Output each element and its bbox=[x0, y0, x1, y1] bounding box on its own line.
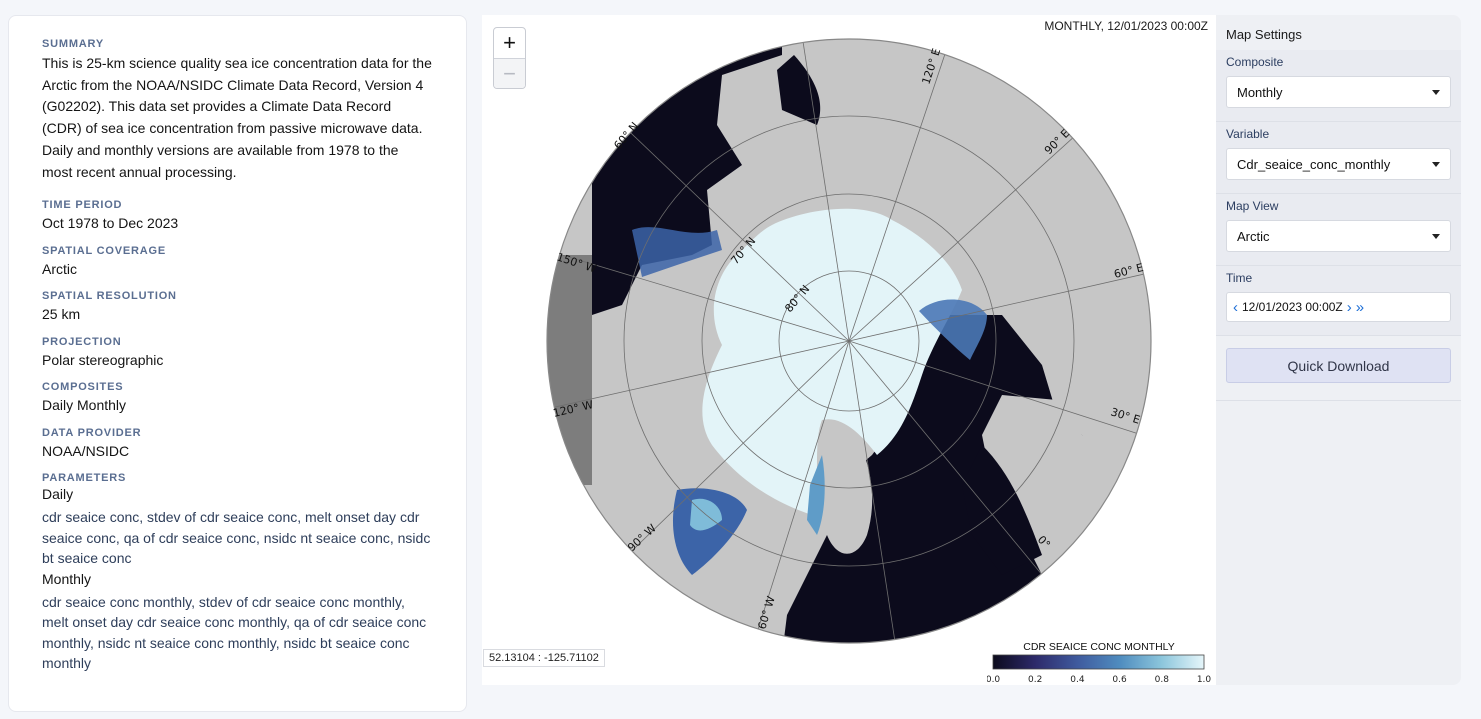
variable-label: Variable bbox=[1226, 127, 1270, 141]
dataset-info-panel: SUMMARY This is 25-km science quality se… bbox=[8, 15, 467, 712]
spatial-resolution-label: SPATIAL RESOLUTION bbox=[42, 290, 177, 303]
map-settings-panel: Map Settings Composite Monthly Variable … bbox=[1216, 15, 1461, 685]
chevron-down-icon bbox=[1432, 89, 1440, 95]
legend-tick-label: 0.8 bbox=[1155, 675, 1170, 685]
chevron-down-icon bbox=[1432, 161, 1440, 167]
time-period-label: TIME PERIOD bbox=[42, 199, 123, 212]
zoom-in-button[interactable]: + bbox=[494, 28, 525, 58]
summary-text: This is 25-km science quality sea ice co… bbox=[42, 55, 432, 180]
composite-value: Monthly bbox=[1237, 84, 1283, 100]
projection-label: PROJECTION bbox=[42, 335, 122, 348]
mapview-field: Map View Arctic bbox=[1216, 194, 1461, 266]
summary-label: SUMMARY bbox=[42, 38, 105, 50]
spatial-coverage-label: SPATIAL COVERAGE bbox=[42, 244, 167, 257]
time-period-value: Oct 1978 to Dec 2023 bbox=[42, 215, 179, 232]
double-chevron-right-icon[interactable]: » bbox=[1356, 300, 1364, 315]
legend-colorbar: 0.0 0.2 0.4 0.6 0.8 1.0 bbox=[986, 654, 1211, 685]
zoom-out-button[interactable]: − bbox=[494, 58, 525, 88]
settings-title: Map Settings bbox=[1226, 27, 1302, 42]
chevron-left-icon[interactable]: ‹ bbox=[1233, 300, 1238, 315]
mapview-label: Map View bbox=[1226, 199, 1279, 213]
download-section: Quick Download bbox=[1216, 336, 1461, 401]
composites-value: Daily Monthly bbox=[42, 397, 127, 414]
legend-tick-label: 0.2 bbox=[1028, 675, 1042, 685]
variable-value: Cdr_seaice_conc_monthly bbox=[1237, 156, 1391, 172]
chevron-right-icon[interactable]: › bbox=[1347, 300, 1352, 315]
spatial-coverage-value: Arctic bbox=[42, 260, 77, 277]
daily-params-heading: Daily bbox=[42, 486, 74, 503]
data-provider-label: DATA PROVIDER bbox=[42, 426, 142, 439]
time-value[interactable]: 12/01/2023 00:00Z bbox=[1242, 300, 1343, 314]
legend-tick-label: 0.6 bbox=[1112, 675, 1127, 685]
quick-download-button[interactable]: Quick Download bbox=[1226, 348, 1451, 383]
time-field: Time ‹ 12/01/2023 00:00Z › » bbox=[1216, 266, 1461, 336]
composite-select[interactable]: Monthly bbox=[1226, 76, 1451, 108]
variable-select[interactable]: Cdr_seaice_conc_monthly bbox=[1226, 148, 1451, 180]
data-provider-value: NOAA/NSIDC bbox=[42, 442, 130, 459]
legend-tick-label: 1.0 bbox=[1197, 675, 1211, 685]
legend-tick-label: 0.0 bbox=[987, 675, 1000, 685]
variable-field: Variable Cdr_seaice_conc_monthly bbox=[1216, 122, 1461, 194]
spatial-resolution-value: 25 km bbox=[42, 306, 81, 323]
composite-field: Composite Monthly bbox=[1216, 50, 1461, 122]
mapview-select[interactable]: Arctic bbox=[1226, 220, 1451, 252]
monthly-params-heading: Monthly bbox=[42, 570, 92, 587]
time-label: Time bbox=[1226, 271, 1253, 285]
composite-label: Composite bbox=[1226, 55, 1284, 69]
projection-value: Polar stereographic bbox=[42, 351, 164, 368]
composites-label: COMPOSITES bbox=[42, 381, 124, 394]
polar-map[interactable]: 120° E 90° E 60° E 30° E 0° 60° W 90° W … bbox=[482, 15, 1216, 685]
monthly-params-list: cdr seaice conc monthly, stdev of cdr se… bbox=[42, 593, 427, 672]
daily-params-list: cdr seaice conc, stdev of cdr seaice con… bbox=[42, 509, 431, 567]
legend-title: CDR SEAICE CONC MONTHLY bbox=[1023, 641, 1175, 653]
cursor-coordinates: 52.13104 : -125.71102 bbox=[483, 649, 605, 667]
chevron-down-icon bbox=[1432, 233, 1440, 239]
legend-tick-label: 0.4 bbox=[1070, 675, 1085, 685]
color-legend: CDR SEAICE CONC MONTHLY 0.0 0.2 0.4 0.6 0.8 1… bbox=[986, 641, 1212, 685]
map-date-stamp: MONTHLY, 12/01/2023 00:00Z bbox=[1044, 19, 1208, 33]
mapview-value: Arctic bbox=[1237, 228, 1270, 244]
time-picker[interactable]: ‹ 12/01/2023 00:00Z › » bbox=[1226, 292, 1451, 322]
zoom-control: + − bbox=[493, 27, 526, 89]
map-panel[interactable]: 120° E 90° E 60° E 30° E 0° 60° W 90° W … bbox=[482, 15, 1216, 685]
parameters-label: PARAMETERS bbox=[42, 472, 127, 485]
